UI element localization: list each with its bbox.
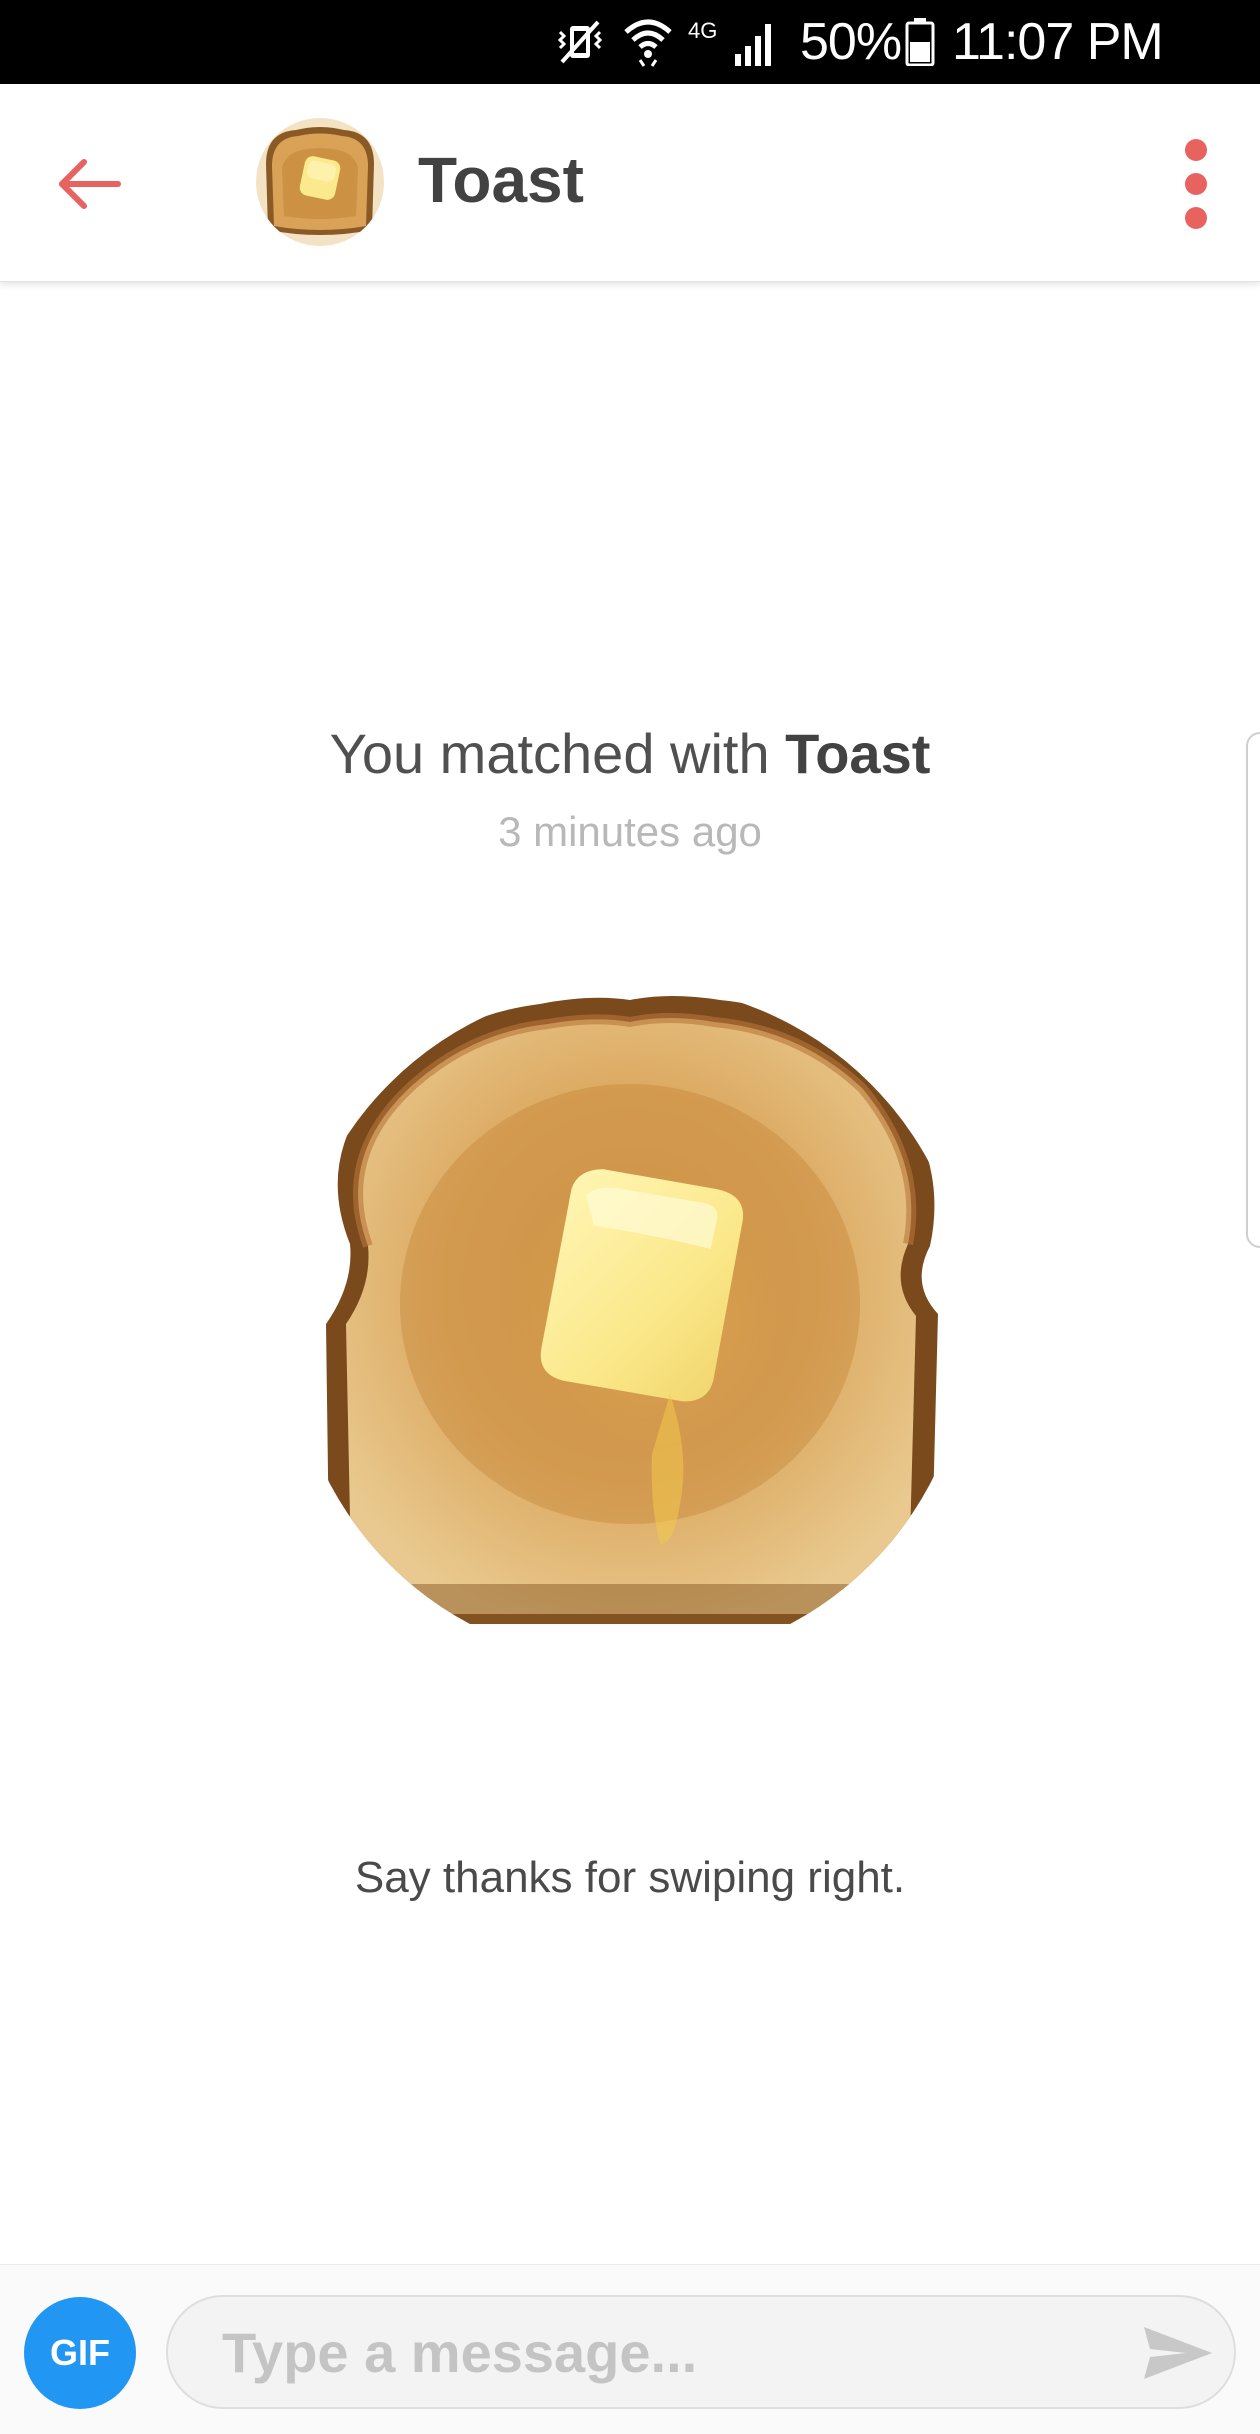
battery-icon: [905, 18, 935, 66]
match-profile-photo[interactable]: [290, 984, 970, 1664]
back-arrow-icon[interactable]: [50, 144, 130, 224]
message-composer: GIF: [0, 2264, 1260, 2434]
toast-avatar-image: [256, 118, 384, 246]
toast-photo-image: [290, 984, 970, 1664]
status-icons: 4G: [552, 14, 779, 70]
match-timestamp: 3 minutes ago: [498, 808, 762, 855]
clock: 11:07 PM: [952, 13, 1164, 71]
gif-button[interactable]: GIF: [24, 2297, 136, 2409]
network-type-label: 4G: [688, 18, 718, 43]
avatar[interactable]: [256, 118, 384, 246]
message-input[interactable]: [166, 2295, 1236, 2409]
signal-icon: [735, 24, 772, 66]
more-vertical-icon[interactable]: [1172, 136, 1220, 232]
match-name: Toast: [785, 722, 931, 785]
send-icon[interactable]: [1140, 2321, 1216, 2385]
battery-percent: 50%: [800, 13, 902, 71]
page-title: Toast: [418, 144, 584, 216]
conversation-prompt: Say thanks for swiping right.: [354, 1853, 906, 1902]
wifi-icon: [624, 19, 672, 67]
match-heading-prefix: You matched with: [329, 722, 786, 785]
vibrate-mute-icon: [557, 20, 603, 64]
status-bar: 4G 50% 11:07 PM: [0, 0, 1260, 84]
chat-header: Toast: [0, 84, 1260, 282]
match-heading: You matched with Toast: [0, 718, 1260, 790]
